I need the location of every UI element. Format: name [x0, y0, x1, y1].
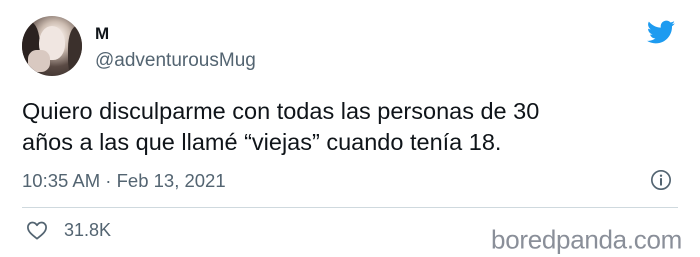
twitter-bird-icon — [646, 20, 676, 44]
tweet-text: Quiero disculparme con todas las persona… — [22, 98, 540, 155]
info-icon[interactable] — [650, 169, 672, 191]
author-handle[interactable]: @adventurousMug — [95, 50, 256, 72]
like-count: 31.8K — [64, 220, 112, 240]
tweet-timestamp[interactable]: 10:35 AM · Feb 13, 2021 — [22, 170, 226, 192]
heart-icon[interactable] — [26, 220, 48, 240]
avatar[interactable] — [22, 16, 82, 76]
divider — [22, 207, 678, 208]
author-name[interactable]: M — [95, 24, 109, 44]
boredpanda-watermark: boredpanda.com — [491, 224, 682, 255]
